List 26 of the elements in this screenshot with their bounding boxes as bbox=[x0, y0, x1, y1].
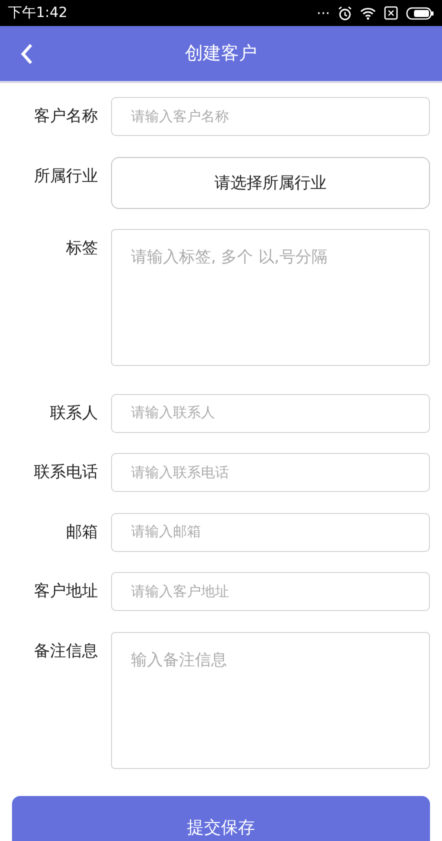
battery-icon bbox=[406, 6, 434, 20]
input-field[interactable]: 请输入客户地址 bbox=[111, 572, 430, 611]
text-area[interactable]: 输入备注信息 bbox=[111, 632, 430, 768]
input-field[interactable]: 请输入联系人 bbox=[111, 394, 430, 432]
page-title: 创建客户 bbox=[185, 42, 257, 66]
text-area[interactable]: 请输入标签, 多个 以,号分隔 bbox=[111, 229, 430, 366]
field-label: 标签 bbox=[65, 237, 98, 259]
field-label: 备注信息 bbox=[33, 640, 98, 662]
input-field[interactable]: 请输入客户名称 bbox=[111, 97, 430, 136]
field-label: 所属行业 bbox=[33, 164, 98, 186]
input-field[interactable]: 请输入联系电话 bbox=[111, 453, 430, 492]
field-label: 邮箱 bbox=[65, 520, 98, 542]
back-icon bbox=[20, 43, 34, 66]
alarm-icon bbox=[338, 6, 352, 20]
wifi-icon bbox=[360, 6, 376, 20]
submit-button[interactable]: 提交保存 bbox=[12, 796, 430, 841]
back-button[interactable] bbox=[20, 42, 34, 66]
more-indicator: ... bbox=[316, 3, 330, 17]
no-sim-icon bbox=[384, 6, 398, 20]
status-time: 下午1:42 bbox=[8, 4, 68, 22]
field-label: 客户名称 bbox=[33, 105, 98, 127]
input-field[interactable]: 请输入邮箱 bbox=[111, 512, 430, 552]
field-label: 联系电话 bbox=[33, 461, 98, 483]
select-button[interactable]: 请选择所属行业 bbox=[111, 156, 430, 208]
field-label: 联系人 bbox=[49, 402, 98, 424]
field-label: 客户地址 bbox=[33, 580, 98, 602]
